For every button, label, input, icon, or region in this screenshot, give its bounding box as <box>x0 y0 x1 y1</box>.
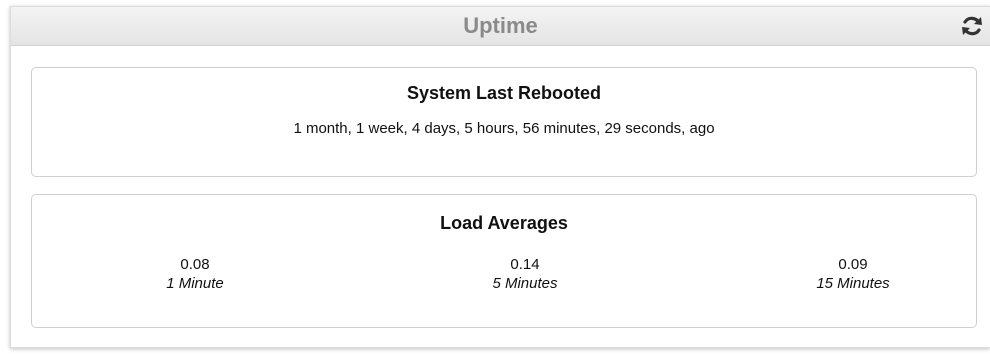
load-value: 0.09 <box>838 256 868 273</box>
reboot-heading: System Last Rebooted <box>406 83 602 103</box>
load-average-1min: 0.08 1 Minute <box>115 255 275 293</box>
reboot-value: 1 month, 1 week, 4 days, 5 hours, 56 min… <box>293 120 715 137</box>
load-heading: Load Averages <box>440 213 568 233</box>
load-average-15min: 0.09 15 Minutes <box>773 255 933 293</box>
load-value: 0.14 <box>510 256 540 273</box>
load-label: 1 Minute <box>166 275 224 292</box>
load-label: 5 Minutes <box>492 275 558 292</box>
load-averages-panel: Load Averages 0.08 1 Minute 0.14 5 Minut… <box>31 194 977 328</box>
widget-title: Uptime <box>463 13 538 38</box>
refresh-icon[interactable] <box>960 15 984 37</box>
load-average-5min: 0.14 5 Minutes <box>445 255 605 293</box>
load-value: 0.08 <box>180 256 210 273</box>
widget-header: Uptime <box>11 7 990 46</box>
uptime-widget: Uptime System Last Rebooted 1 month, 1 w… <box>10 6 990 348</box>
system-last-rebooted-panel: System Last Rebooted 1 month, 1 week, 4 … <box>31 67 977 177</box>
load-label: 15 Minutes <box>816 275 890 292</box>
